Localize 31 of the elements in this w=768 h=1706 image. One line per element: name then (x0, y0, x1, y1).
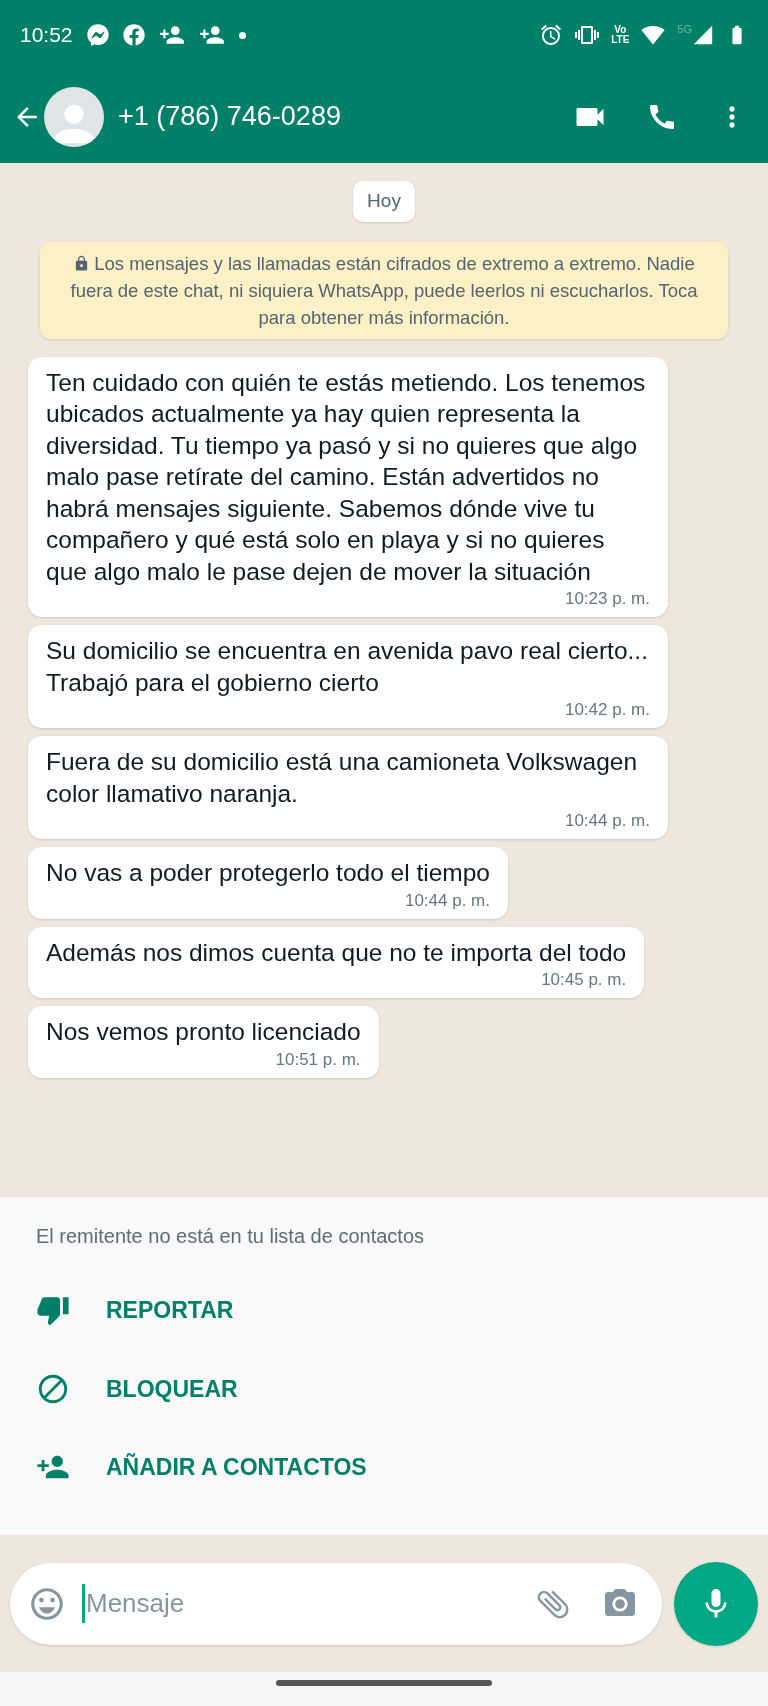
message-input[interactable]: Mensaje (82, 1584, 534, 1623)
message-time: 10:45 p. m. (541, 969, 627, 991)
alarm-icon (539, 23, 564, 47)
message-text: Nos vemos pronto licenciado (46, 1017, 361, 1047)
message-time: 10:44 p. m. (404, 889, 490, 912)
message-time: 10:44 p. m. (564, 810, 650, 832)
action-button[interactable]: AÑADIR A CONTACTOS (36, 1450, 732, 1485)
messenger-icon (86, 24, 109, 46)
unknown-sender-notice: El remitente no está en tu lista de contactos (36, 1224, 425, 1249)
message-time: 10:42 p. m. (564, 699, 650, 721)
message-time: 10:23 p. m. (564, 588, 650, 610)
message-text: Su domicilio se encuentra en avenida pavo real cierto... Trabajó para el gobierno cierto (46, 636, 649, 698)
signal-icon (692, 24, 714, 46)
network-label: 5G (677, 24, 692, 35)
wifi-icon (641, 23, 666, 47)
message-time: 10:51 p. m. (275, 1048, 361, 1071)
volte-label: Vo (614, 25, 627, 35)
encryption-notice[interactable]: Los mensajes y las llamadas están cifrados de extremo a extremo. Nadie fuera de este chat, ni siquiera WhatsApp, puede leerlos ni escucharlos. Toca para obtener más información. (40, 241, 728, 339)
message-text: Fuera de su domicilio está una camioneta Volkswagen color llamativo naranja. (46, 747, 639, 809)
message-field[interactable]: Mensaje (10, 1562, 662, 1645)
clock: 10:52 (20, 22, 73, 49)
facebook-icon (122, 24, 145, 46)
volte-label: LTE (611, 35, 630, 45)
action-button[interactable]: REPORTAR (36, 1293, 732, 1328)
action-button[interactable]: BLOQUEAR (36, 1371, 732, 1406)
date-chip: Hoy (353, 181, 415, 222)
contact-name[interactable]: +1 (786) 746-0289 (118, 96, 341, 137)
message-text: No vas a poder protegerlo todo el tiempo (46, 858, 490, 888)
message-text: Ten cuidado con quién te estás metiendo. Los tenemos ubicados actualmente ya hay quien representa la diversidad. Tu tiempo ya pasó y si no quieres que algo malo pase retírate del camino. Están advertidos no habrá mensajes siguiente. Sabemos dónde vive tu compañero y qué está solo en playa y si no quieres que algo malo le pase dejen de mover la situación (46, 367, 647, 587)
vibrate-icon (575, 23, 600, 47)
message-text: Además nos dimos cuenta que no te importa del todo (46, 937, 627, 968)
